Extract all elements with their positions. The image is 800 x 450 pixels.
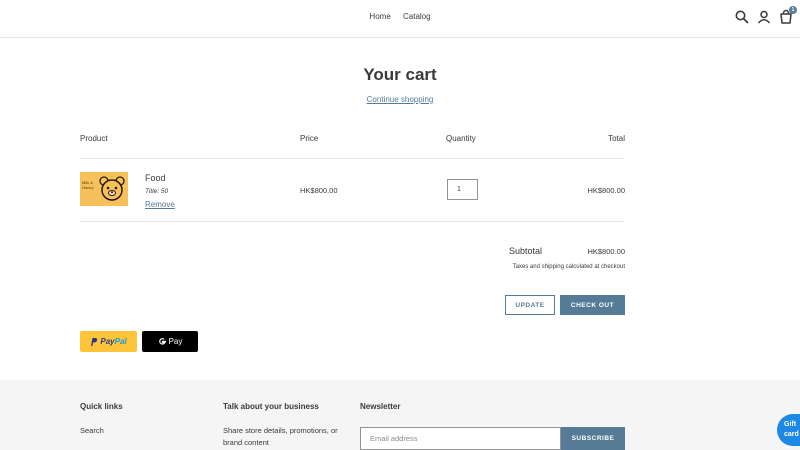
column-total: Total <box>608 134 625 143</box>
cart-item-row: Milk & Honey Food Title: 50 Remove HK$80… <box>80 159 625 222</box>
product-name[interactable]: Food <box>145 173 166 183</box>
product-variant: Title: 50 <box>145 188 169 195</box>
column-price: Price <box>300 134 319 143</box>
column-quantity: Quantity <box>446 134 476 143</box>
footer-search-link[interactable]: Search <box>80 426 104 435</box>
item-total: HK$800.00 <box>587 186 625 195</box>
column-product: Product <box>80 134 108 143</box>
cart-count-badge: 1 <box>789 6 797 14</box>
subscribe-button[interactable]: SUBSCRIBE <box>561 427 625 450</box>
site-footer: Quick links Search Talk about your busin… <box>0 380 800 450</box>
cart-table-header: Product Price Quantity Total <box>80 134 625 159</box>
subtotal-label: Subtotal <box>509 246 543 256</box>
subtotal-value: HK$800.00 <box>587 247 625 256</box>
google-pay-label: Pay <box>168 337 183 346</box>
footer-talk-heading: Talk about your business <box>223 402 319 411</box>
bear-face-icon <box>99 176 125 201</box>
thumbnail-brand-text: Milk & Honey <box>82 180 94 190</box>
footer-newsletter-heading: Newsletter <box>360 402 401 411</box>
update-button[interactable]: UPDATE <box>505 295 555 315</box>
paypal-button[interactable]: PayPal <box>80 331 137 352</box>
search-icon[interactable] <box>734 9 750 25</box>
footer-quick-links-heading: Quick links <box>80 402 123 411</box>
account-icon[interactable] <box>756 9 772 25</box>
quantity-input[interactable] <box>447 179 478 200</box>
email-input[interactable] <box>360 427 561 450</box>
checkout-button[interactable]: CHECK OUT <box>560 295 625 315</box>
google-pay-button[interactable]: Pay <box>142 331 198 352</box>
site-header: Home Catalog 1 <box>0 0 800 38</box>
page-title: Your cart <box>363 65 437 84</box>
product-thumbnail[interactable]: Milk & Honey <box>80 172 128 206</box>
cart-icon[interactable]: 1 <box>778 6 797 25</box>
main-nav: Home Catalog <box>0 12 800 21</box>
remove-item-link[interactable]: Remove <box>145 200 175 209</box>
continue-shopping: Continue shopping <box>0 95 800 104</box>
nav-catalog-link[interactable]: Catalog <box>403 12 431 21</box>
paypal-label-a: Pay <box>100 337 115 346</box>
continue-shopping-link[interactable]: Continue shopping <box>367 95 434 104</box>
google-g-icon <box>158 338 166 345</box>
tax-note: Taxes and shipping calculated at checkou… <box>512 264 625 270</box>
paypal-label-b: Pal <box>114 337 127 346</box>
item-price: HK$800.00 <box>300 186 338 195</box>
nav-home-link[interactable]: Home <box>369 12 390 21</box>
paypal-icon <box>91 337 98 346</box>
header-icons: 1 <box>734 6 797 25</box>
footer-talk-text: Share store details, promotions, or bran… <box>223 426 338 447</box>
